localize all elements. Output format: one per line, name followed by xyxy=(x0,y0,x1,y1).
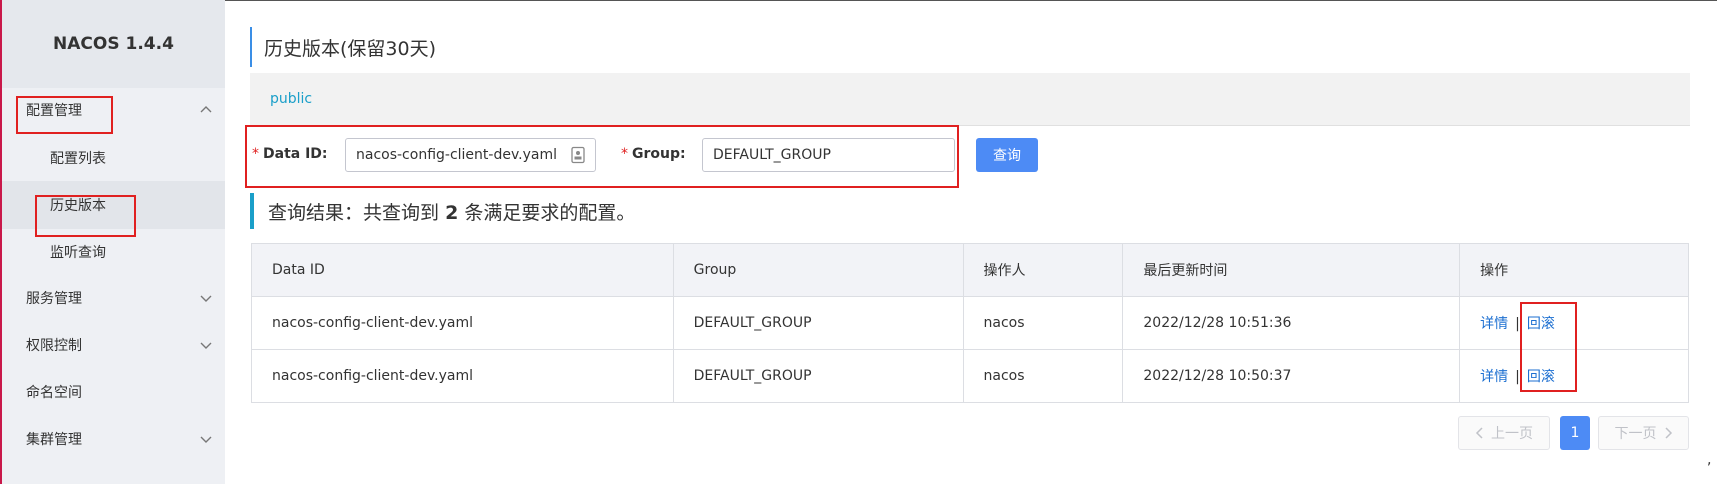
menu-access-control-label: 权限控制 xyxy=(26,338,82,354)
page-title: 历史版本(保留30天) xyxy=(264,37,437,60)
result-summary: 查询结果：共查询到 2 条满足要求的配置。 xyxy=(268,198,635,225)
detail-link[interactable]: 详情 xyxy=(1480,369,1508,385)
history-table: Data ID Group 操作人 最后更新时间 操作 nacos-config… xyxy=(251,243,1689,403)
cell-group: DEFAULT_GROUP xyxy=(672,296,964,350)
required-mark: * xyxy=(621,146,628,162)
query-button[interactable]: 查询 xyxy=(976,138,1038,172)
cell-operator: nacos xyxy=(962,296,1124,350)
menu-cluster-management[interactable]: 集群管理 xyxy=(2,415,225,463)
dataid-label: * Data ID: xyxy=(252,146,328,162)
menu-config-management-label: 配置管理 xyxy=(26,103,82,119)
cell-actions: 详情 | 回滚 xyxy=(1459,349,1689,403)
sidebar-item-listener-query-label: 监听查询 xyxy=(50,245,106,261)
id-card-icon[interactable] xyxy=(569,146,587,164)
column-header-group: Group xyxy=(672,243,964,297)
table-row: nacos-config-client-dev.yaml DEFAULT_GRO… xyxy=(251,349,1689,403)
next-page-button[interactable]: 下一页 xyxy=(1598,416,1689,450)
menu-cluster-management-label: 集群管理 xyxy=(26,432,82,448)
cell-group: DEFAULT_GROUP xyxy=(672,349,964,403)
page-number-current[interactable]: 1 xyxy=(1560,416,1590,450)
menu-access-control[interactable]: 权限控制 xyxy=(2,321,225,369)
sidebar-item-config-list[interactable]: 配置列表 xyxy=(2,134,225,182)
prev-page-button[interactable]: 上一页 xyxy=(1458,416,1550,450)
namespace-tab-public[interactable]: public xyxy=(270,91,312,107)
action-separator: | xyxy=(1515,369,1520,385)
dataid-input-value: nacos-config-client-dev.yaml xyxy=(356,147,557,163)
group-label: * Group: xyxy=(621,146,686,162)
rollback-link[interactable]: 回滚 xyxy=(1527,316,1555,332)
menu-service-management-label: 服务管理 xyxy=(26,291,82,307)
cell-dataid: nacos-config-client-dev.yaml xyxy=(251,296,674,350)
table-header-row: Data ID Group 操作人 最后更新时间 操作 xyxy=(251,243,1689,297)
chevron-down-icon xyxy=(200,295,212,302)
sidebar: NACOS 1.4.4 配置管理 配置列表 历史版本 监听查询 服务管理 权限控… xyxy=(2,0,225,484)
page-title-wrap: 历史版本(保留30天) xyxy=(250,27,436,67)
rollback-link[interactable]: 回滚 xyxy=(1527,369,1555,385)
result-suffix: 条满足要求的配置。 xyxy=(464,201,636,224)
column-header-dataid: Data ID xyxy=(251,243,674,297)
menu-service-management[interactable]: 服务管理 xyxy=(2,274,225,322)
trailing-mark: , xyxy=(1707,452,1712,468)
cell-updated: 2022/12/28 10:51:36 xyxy=(1122,296,1461,350)
chevron-down-icon xyxy=(200,436,212,443)
column-header-operator: 操作人 xyxy=(962,243,1124,297)
cell-updated: 2022/12/28 10:50:37 xyxy=(1122,349,1461,403)
detail-link[interactable]: 详情 xyxy=(1480,316,1508,332)
sidebar-item-history-label: 历史版本 xyxy=(50,198,106,214)
chevron-right-icon xyxy=(1664,427,1672,439)
group-label-text: Group: xyxy=(632,146,686,162)
dataid-input[interactable]: nacos-config-client-dev.yaml xyxy=(345,138,596,172)
sidebar-item-listener-query[interactable]: 监听查询 xyxy=(2,228,225,276)
sidebar-item-config-list-label: 配置列表 xyxy=(50,151,106,167)
window-border-top xyxy=(225,0,1717,1)
chevron-down-icon xyxy=(200,342,212,349)
result-summary-wrap: 查询结果：共查询到 2 条满足要求的配置。 xyxy=(250,193,635,229)
cell-operator: nacos xyxy=(962,349,1124,403)
menu-config-management[interactable]: 配置管理 xyxy=(2,86,225,134)
app-logo-title: NACOS 1.4.4 xyxy=(2,0,225,88)
group-input[interactable]: DEFAULT_GROUP xyxy=(702,138,955,172)
result-count: 2 xyxy=(445,201,459,224)
chevron-up-icon xyxy=(200,106,212,113)
menu-namespace[interactable]: 命名空间 xyxy=(2,368,225,416)
column-header-actions: 操作 xyxy=(1459,243,1689,297)
namespace-bar: public xyxy=(250,73,1690,126)
chevron-left-icon xyxy=(1475,427,1483,439)
group-input-value: DEFAULT_GROUP xyxy=(713,147,831,163)
column-header-updated: 最后更新时间 xyxy=(1122,243,1461,297)
action-separator: | xyxy=(1515,316,1520,332)
prev-page-label: 上一页 xyxy=(1491,426,1533,442)
required-mark: * xyxy=(252,146,259,162)
dataid-label-text: Data ID: xyxy=(263,146,328,162)
table-row: nacos-config-client-dev.yaml DEFAULT_GRO… xyxy=(251,296,1689,350)
cell-dataid: nacos-config-client-dev.yaml xyxy=(251,349,674,403)
sidebar-item-history[interactable]: 历史版本 xyxy=(2,181,225,229)
menu-namespace-label: 命名空间 xyxy=(26,385,82,401)
cell-actions: 详情 | 回滚 xyxy=(1459,296,1689,350)
next-page-label: 下一页 xyxy=(1614,426,1657,442)
result-prefix: 查询结果：共查询到 xyxy=(268,201,440,224)
